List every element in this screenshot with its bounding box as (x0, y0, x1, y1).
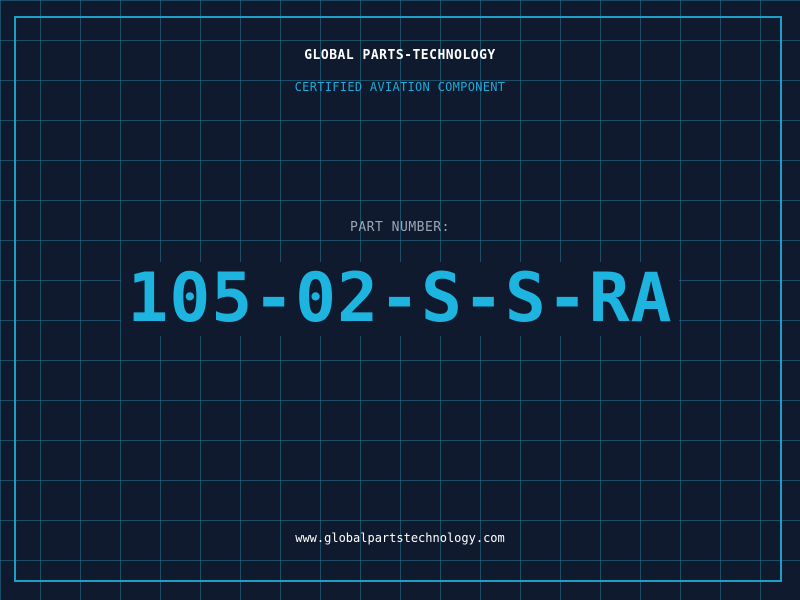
company-name: GLOBAL PARTS-TECHNOLOGY (304, 48, 496, 63)
part-number-value: 105-02-S-S-RA (121, 262, 679, 336)
part-number-label: PART NUMBER: (350, 220, 450, 235)
certification-subtitle: CERTIFIED AVIATION COMPONENT (294, 80, 506, 94)
part-number-container: 105-02-S-S-RA (0, 262, 800, 336)
website-url: www.globalpartstechnology.com (295, 531, 505, 545)
part-label-card: GLOBAL PARTS-TECHNOLOGY CERTIFIED AVIATI… (0, 0, 800, 600)
